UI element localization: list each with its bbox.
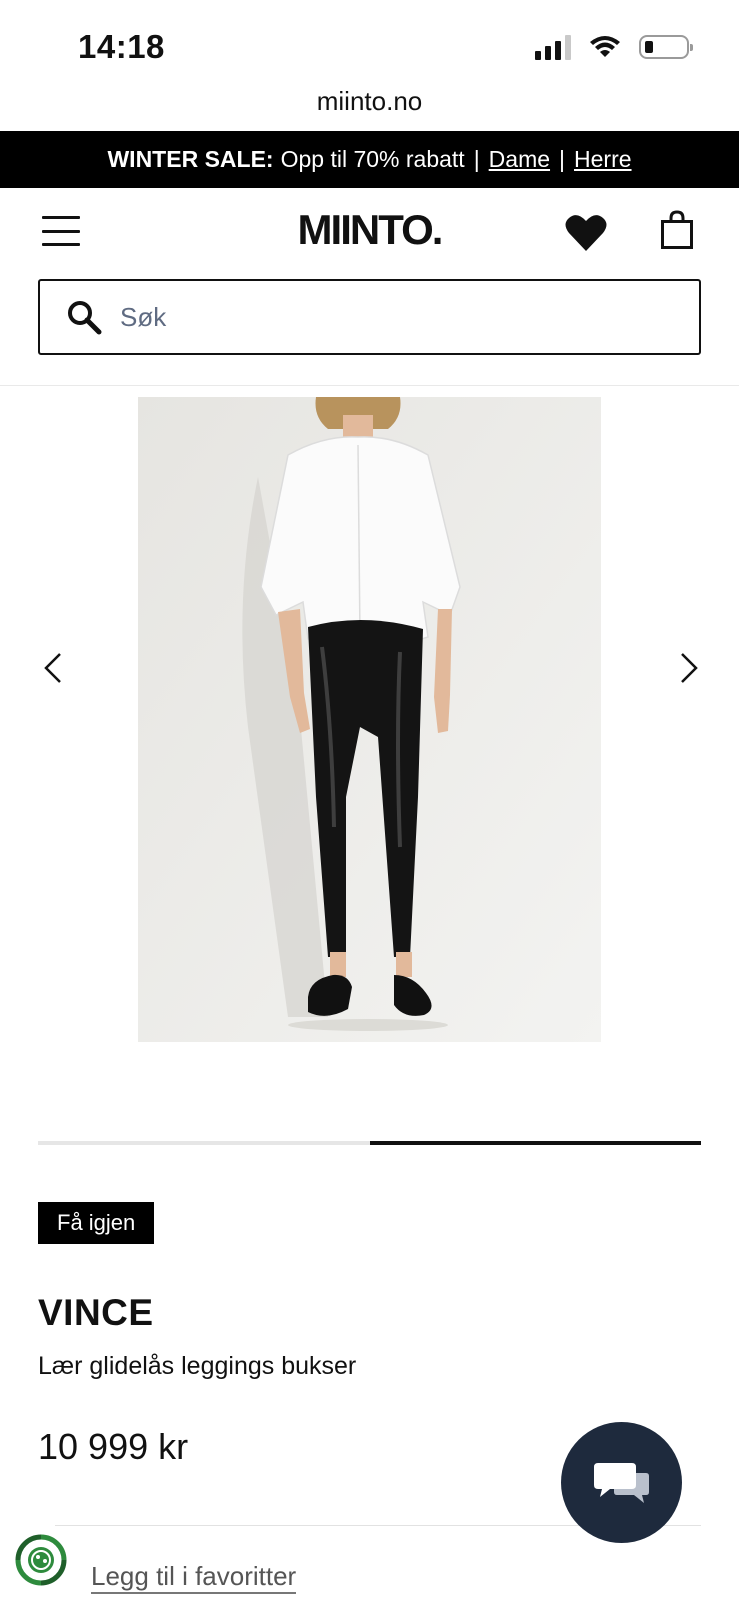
wifi-icon bbox=[590, 36, 620, 57]
product-brand[interactable]: VINCE bbox=[38, 1292, 154, 1334]
promo-bold: WINTER SALE: bbox=[107, 146, 274, 172]
battery-icon bbox=[639, 35, 693, 59]
chat-bubbles-icon bbox=[593, 1462, 649, 1503]
product-photo bbox=[138, 397, 601, 1042]
product-image[interactable] bbox=[138, 397, 601, 1042]
status-bar: 14:18 bbox=[0, 0, 739, 90]
search-input[interactable] bbox=[120, 301, 640, 333]
status-time: 14:18 bbox=[78, 28, 165, 65]
search-icon bbox=[68, 301, 102, 335]
previous-image-arrow-icon[interactable] bbox=[40, 650, 70, 686]
promo-link-women[interactable]: Dame bbox=[489, 146, 550, 173]
shopping-bag-icon[interactable] bbox=[660, 210, 694, 250]
promo-text: Opp til 70% rabatt bbox=[280, 146, 465, 172]
gallery-progress-fill bbox=[369, 1141, 701, 1145]
promo-separator: | bbox=[473, 146, 480, 172]
divider bbox=[0, 385, 739, 386]
logo[interactable]: MIINTO. bbox=[0, 206, 739, 254]
next-image-arrow-icon[interactable] bbox=[672, 650, 702, 686]
gallery-progress-track bbox=[38, 1141, 701, 1145]
browser-url[interactable]: miinto.no bbox=[0, 86, 739, 117]
promo-separator: | bbox=[559, 146, 566, 172]
promo-link-men[interactable]: Herre bbox=[574, 146, 632, 173]
search-box[interactable] bbox=[38, 279, 701, 355]
status-icons bbox=[535, 34, 693, 60]
eco-recycle-icon[interactable] bbox=[14, 1533, 68, 1587]
heart-icon[interactable] bbox=[565, 214, 607, 252]
add-to-favorites-link[interactable]: Legg til i favoritter bbox=[91, 1561, 297, 1594]
cashback-badge: Få igjen bbox=[38, 1202, 155, 1244]
promo-banner: WINTER SALE: Opp til 70% rabatt | Dame |… bbox=[0, 131, 739, 188]
product-name: Lær glidelås leggings bukser bbox=[38, 1352, 357, 1380]
signal-icon bbox=[535, 34, 571, 60]
site-header: MIINTO. bbox=[0, 188, 739, 278]
product-price: 10 999 kr bbox=[38, 1426, 189, 1467]
chat-button[interactable] bbox=[561, 1422, 682, 1543]
